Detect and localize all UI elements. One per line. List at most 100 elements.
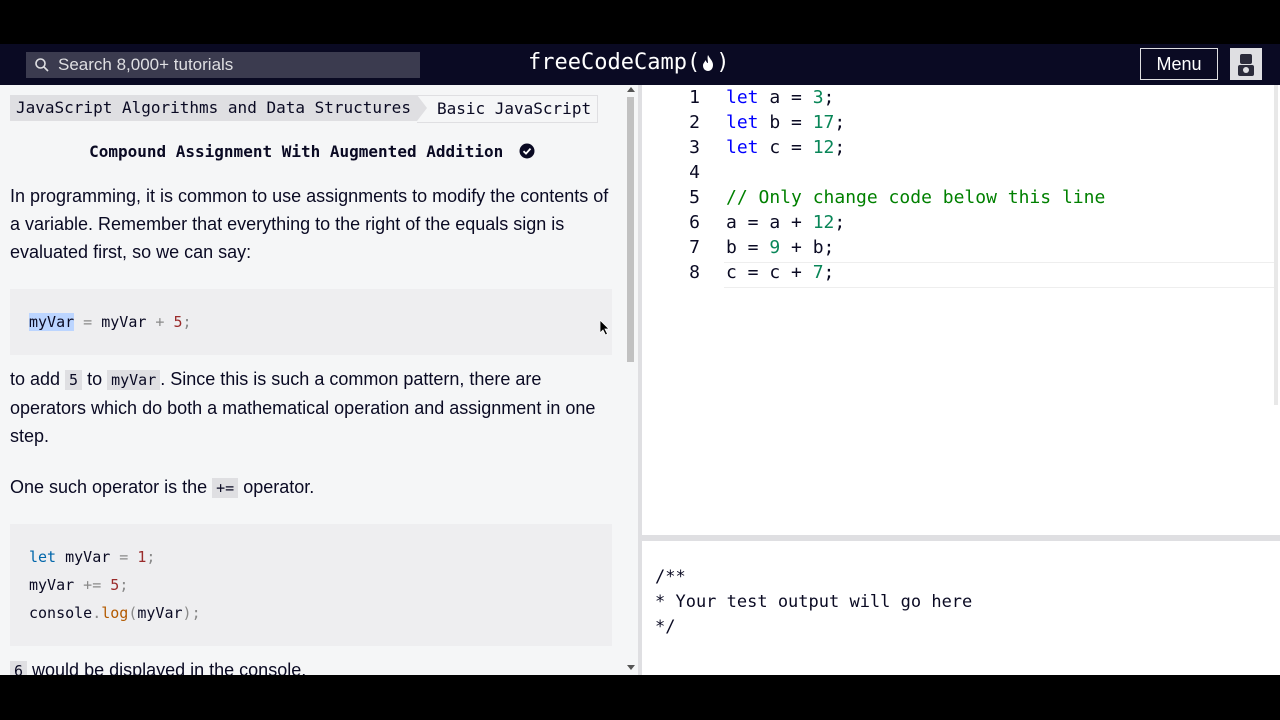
code-text: + b;: [780, 237, 835, 258]
console-line: * Your test output will go here: [655, 592, 973, 612]
avatar[interactable]: [1230, 48, 1262, 80]
code-punct: ;: [823, 262, 835, 283]
code-punct: .: [92, 604, 102, 622]
challenge-title: Compound Assignment With Augmented Addit…: [0, 142, 624, 161]
line-number: 8: [689, 262, 700, 283]
code-text: c = c +: [726, 262, 813, 283]
code-kw: let: [29, 548, 57, 566]
code-punct: ;: [191, 604, 201, 622]
breadcrumb: JavaScript Algorithms and Data Structure…: [10, 95, 599, 123]
code-line: console.log(myVar);: [29, 604, 201, 622]
inline-code: +=: [212, 478, 239, 498]
code-fn: log: [101, 604, 129, 622]
code-example-1: myVar = myVar + 5;: [10, 289, 612, 355]
code-text: a = a +: [726, 212, 813, 233]
search-input[interactable]: [58, 55, 398, 75]
inline-code: 6: [10, 661, 28, 675]
code-num: 12: [812, 212, 835, 233]
code-line: myVar = myVar + 5;: [29, 313, 192, 331]
code-punct: ;: [834, 212, 846, 233]
code-punct: ;: [834, 137, 846, 158]
code-comment: // Only change code below this line: [726, 187, 1106, 208]
code-kw: let: [726, 87, 759, 108]
breadcrumb-curriculum[interactable]: JavaScript Algorithms and Data Structure…: [10, 95, 427, 121]
scroll-down-icon[interactable]: [627, 665, 635, 670]
line-number: 1: [689, 87, 700, 108]
line-number: 6: [689, 212, 700, 233]
brand-logo[interactable]: freeCodeCamp( ): [528, 50, 729, 75]
challenge-title-text: Compound Assignment With Augmented Addit…: [89, 142, 504, 161]
text: to: [82, 369, 108, 389]
inline-code: myVar: [107, 370, 161, 390]
flame-icon: [703, 54, 714, 71]
paragraph-explanation: to add 5 to myVar. Since this is such a …: [10, 365, 615, 450]
code-line[interactable]: a = a + 12;: [726, 212, 845, 233]
line-number: 5: [689, 187, 700, 208]
code-kw: let: [726, 112, 759, 133]
search-icon: [35, 58, 49, 72]
code-editor[interactable]: 1 let a = 3; 2 let b = 17; 3 let c = 12;…: [642, 85, 1280, 535]
console-line: /**: [655, 567, 686, 587]
text: One such operator is the: [10, 477, 213, 497]
code-var: myVar: [29, 576, 75, 594]
line-number: 4: [689, 162, 700, 183]
code-punct: ;: [146, 548, 156, 566]
code-op: +: [146, 313, 174, 331]
code-example-2: let myVar = 1; myVar += 5; console.log(m…: [10, 524, 612, 646]
code-punct: ;: [119, 576, 129, 594]
code-num: 5: [110, 576, 120, 594]
code-var: myVar: [56, 548, 111, 566]
code-var: console: [29, 604, 93, 622]
menu-button[interactable]: Menu: [1140, 48, 1218, 80]
line-number: 2: [689, 112, 700, 133]
paragraph-operator: One such operator is the += operator.: [10, 473, 615, 502]
code-punct: ;: [823, 87, 835, 108]
editor-scrollbar[interactable]: [1274, 85, 1278, 405]
code-num: 12: [812, 137, 835, 158]
text: would be displayed in the console.: [27, 660, 307, 675]
scrollbar-thumb[interactable]: [627, 97, 634, 362]
line-number: 3: [689, 137, 700, 158]
paragraph-intro: In programming, it is common to use assi…: [10, 186, 609, 262]
line-number: 7: [689, 237, 700, 258]
code-op: =: [74, 313, 102, 331]
code-var: myVar: [101, 313, 147, 331]
mouse-pointer-icon: [600, 320, 610, 336]
code-num: 3: [812, 87, 824, 108]
code-op: =: [110, 548, 138, 566]
test-output-console: /** * Your test output will go here */: [642, 541, 1280, 675]
code-line[interactable]: let a = 3;: [726, 87, 834, 108]
code-line: let myVar = 1;: [29, 548, 155, 566]
code-num: 9: [769, 237, 781, 258]
check-circle-icon: [519, 143, 535, 159]
code-line[interactable]: let b = 17;: [726, 112, 845, 133]
inline-code: 5: [65, 370, 83, 390]
code-var-selected: myVar: [29, 313, 75, 331]
instructions-scrollbar[interactable]: [624, 85, 638, 675]
user-icon: [1238, 54, 1254, 76]
code-line[interactable]: let c = 12;: [726, 137, 845, 158]
code-line[interactable]: // Only change code below this line: [726, 187, 1105, 208]
code-kw: let: [726, 137, 759, 158]
code-text: a =: [758, 87, 813, 108]
code-text: b =: [726, 237, 770, 258]
code-line: myVar += 5;: [29, 576, 128, 594]
code-line[interactable]: b = 9 + b;: [726, 237, 834, 258]
brand-prefix: freeCodeCamp(: [528, 50, 701, 75]
instructions-pane: JavaScript Algorithms and Data Structure…: [0, 85, 624, 675]
scroll-up-icon[interactable]: [627, 87, 635, 92]
top-nav: freeCodeCamp( ) Menu: [0, 44, 1280, 85]
code-line[interactable]: c = c + 7;: [726, 262, 834, 283]
console-line: */: [655, 617, 676, 637]
breadcrumb-section[interactable]: Basic JavaScript: [416, 95, 599, 123]
text: operator.: [238, 477, 315, 497]
search-bar[interactable]: [26, 52, 420, 78]
code-text: b =: [758, 112, 813, 133]
code-num: 5: [173, 313, 183, 331]
text: to add: [10, 369, 66, 389]
code-punct: ): [182, 604, 192, 622]
paragraph-result: 6 would be displayed in the console.: [10, 656, 615, 675]
code-punct: ;: [834, 112, 846, 133]
code-var: myVar: [137, 604, 183, 622]
brand-suffix: ): [716, 50, 730, 75]
